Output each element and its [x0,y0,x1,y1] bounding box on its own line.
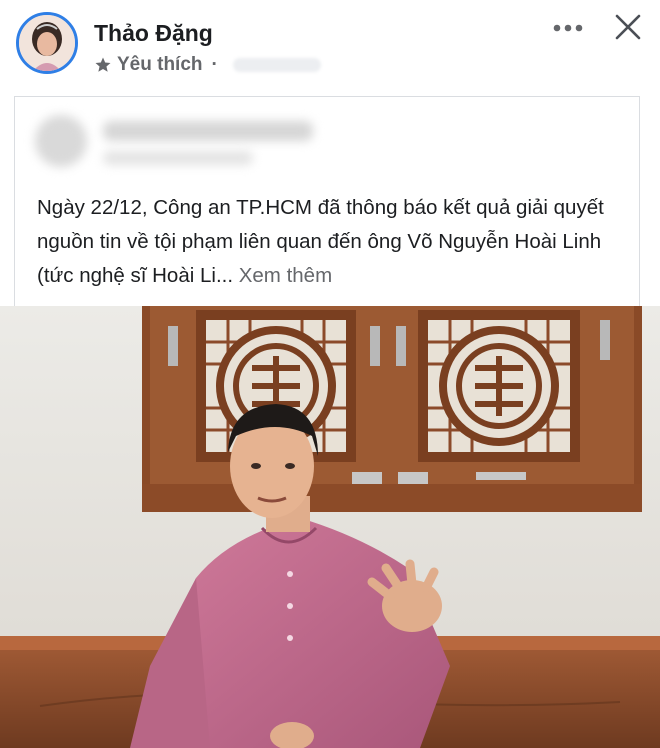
avatar-photo [19,15,75,71]
more-options-button[interactable] [551,16,585,40]
more-horizontal-icon [553,24,583,32]
see-more-link[interactable]: Xem thêm [239,264,332,287]
status-label: Yêu thích [117,54,203,75]
post-photo-image [0,306,660,748]
post-header: Thảo Đặng Yêu thích · [0,0,660,92]
blurred-source-name [103,121,313,141]
meta-separator: · [211,54,218,75]
post-photo[interactable] [0,306,660,748]
blurred-timestamp [232,58,321,72]
shared-post-card[interactable]: Ngày 22/12, Công an TP.HCM đã thông báo … [14,96,640,306]
close-button[interactable] [611,10,645,44]
close-icon [615,14,641,40]
blurred-source-avatar [35,115,87,167]
author-avatar[interactable] [16,12,78,74]
shared-post-text: Ngày 22/12, Công an TP.HCM đã thông báo … [37,191,637,293]
blurred-source-meta [103,151,253,165]
post-meta: Yêu thích · [94,54,321,76]
author-name[interactable]: Thảo Đặng [94,20,213,47]
star-icon [95,57,111,72]
